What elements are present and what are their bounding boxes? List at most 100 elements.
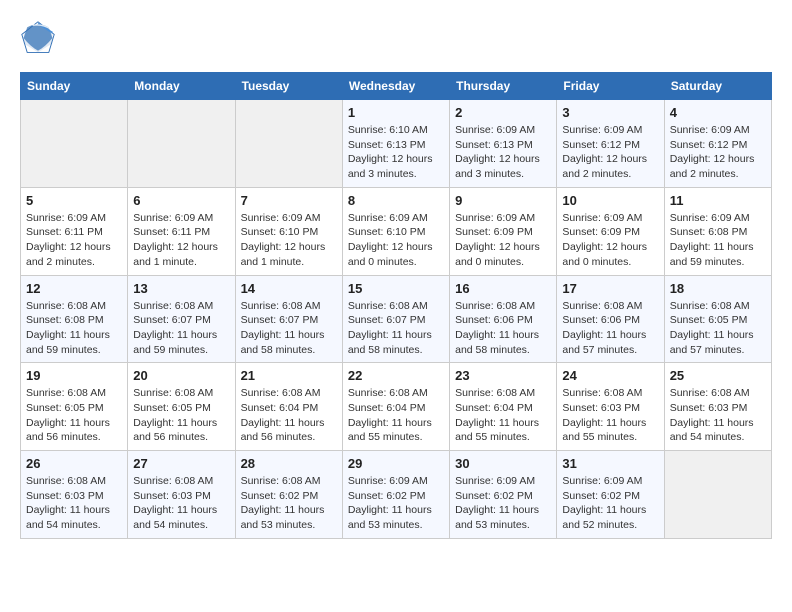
day-info: Sunrise: 6:09 AM Sunset: 6:10 PM Dayligh…	[241, 211, 337, 270]
day-number: 30	[455, 456, 551, 471]
day-number: 2	[455, 105, 551, 120]
calendar-cell	[21, 100, 128, 188]
calendar-cell: 17 Sunrise: 6:08 AM Sunset: 6:06 PM Dayli…	[557, 275, 664, 363]
day-number: 5	[26, 193, 122, 208]
day-info: Sunrise: 6:08 AM Sunset: 6:07 PM Dayligh…	[348, 299, 444, 358]
day-number: 19	[26, 368, 122, 383]
day-number: 11	[670, 193, 766, 208]
calendar-cell	[664, 451, 771, 539]
day-number: 12	[26, 281, 122, 296]
week-row-5: 26Sunrise: 6:08 AM Sunset: 6:03 PM Dayli…	[21, 451, 772, 539]
calendar-cell: 7 Sunrise: 6:09 AM Sunset: 6:10 PM Daylig…	[235, 187, 342, 275]
calendar-cell: 30 Sunrise: 6:09 AM Sunset: 6:02 PM Dayli…	[450, 451, 557, 539]
logo	[20, 20, 62, 56]
header-day-saturday: Saturday	[664, 73, 771, 100]
day-number: 15	[348, 281, 444, 296]
day-number: 20	[133, 368, 229, 383]
day-info: Sunrise: 6:09 AM Sunset: 6:02 PM Dayligh…	[455, 474, 551, 533]
calendar-cell	[128, 100, 235, 188]
calendar-cell: 10 Sunrise: 6:09 AM Sunset: 6:09 PM Dayli…	[557, 187, 664, 275]
day-number: 17	[562, 281, 658, 296]
day-number: 16	[455, 281, 551, 296]
day-info: Sunrise: 6:09 AM Sunset: 6:09 PM Dayligh…	[562, 211, 658, 270]
day-number: 14	[241, 281, 337, 296]
calendar-cell: 16 Sunrise: 6:08 AM Sunset: 6:06 PM Dayli…	[450, 275, 557, 363]
header-row: SundayMondayTuesdayWednesdayThursdayFrid…	[21, 73, 772, 100]
header-day-friday: Friday	[557, 73, 664, 100]
day-number: 9	[455, 193, 551, 208]
day-number: 13	[133, 281, 229, 296]
day-number: 10	[562, 193, 658, 208]
header-day-thursday: Thursday	[450, 73, 557, 100]
day-info: Sunrise: 6:09 AM Sunset: 6:12 PM Dayligh…	[670, 123, 766, 182]
logo-icon	[20, 20, 56, 56]
calendar-cell: 5Sunrise: 6:09 AM Sunset: 6:11 PM Daylig…	[21, 187, 128, 275]
calendar-cell: 12 Sunrise: 6:08 AM Sunset: 6:08 PM Dayli…	[21, 275, 128, 363]
calendar-table: SundayMondayTuesdayWednesdayThursdayFrid…	[20, 72, 772, 539]
calendar-cell: 22Sunrise: 6:08 AM Sunset: 6:04 PM Dayli…	[342, 363, 449, 451]
calendar-cell: 21 Sunrise: 6:08 AM Sunset: 6:04 PM Dayli…	[235, 363, 342, 451]
week-row-4: 19 Sunrise: 6:08 AM Sunset: 6:05 PM Dayli…	[21, 363, 772, 451]
day-info: Sunrise: 6:08 AM Sunset: 6:06 PM Dayligh…	[455, 299, 551, 358]
header-day-sunday: Sunday	[21, 73, 128, 100]
calendar-cell: 13 Sunrise: 6:08 AM Sunset: 6:07 PM Dayli…	[128, 275, 235, 363]
day-info: Sunrise: 6:08 AM Sunset: 6:02 PM Dayligh…	[241, 474, 337, 533]
day-number: 21	[241, 368, 337, 383]
day-info: Sunrise: 6:09 AM Sunset: 6:11 PM Dayligh…	[133, 211, 229, 270]
calendar-cell: 19Sunrise: 6:08 AM Sunset: 6:05 PM Dayli…	[21, 363, 128, 451]
day-number: 8	[348, 193, 444, 208]
day-info: Sunrise: 6:08 AM Sunset: 6:04 PM Dayligh…	[241, 386, 337, 445]
day-number: 31	[562, 456, 658, 471]
header-day-wednesday: Wednesday	[342, 73, 449, 100]
day-info: Sunrise: 6:09 AM Sunset: 6:10 PM Dayligh…	[348, 211, 444, 270]
page-header	[20, 20, 772, 56]
day-info: Sunrise: 6:08 AM Sunset: 6:06 PM Dayligh…	[562, 299, 658, 358]
day-info: Sunrise: 6:08 AM Sunset: 6:03 PM Dayligh…	[133, 474, 229, 533]
day-info: Sunrise: 6:08 AM Sunset: 6:03 PM Dayligh…	[562, 386, 658, 445]
day-info: Sunrise: 6:08 AM Sunset: 6:07 PM Dayligh…	[133, 299, 229, 358]
day-number: 18	[670, 281, 766, 296]
day-info: Sunrise: 6:08 AM Sunset: 6:08 PM Dayligh…	[26, 299, 122, 358]
day-info: Sunrise: 6:08 AM Sunset: 6:05 PM Dayligh…	[133, 386, 229, 445]
week-row-1: 1 Sunrise: 6:10 AM Sunset: 6:13 PM Daylig…	[21, 100, 772, 188]
calendar-cell: 23Sunrise: 6:08 AM Sunset: 6:04 PM Dayli…	[450, 363, 557, 451]
calendar-cell: 25Sunrise: 6:08 AM Sunset: 6:03 PM Dayli…	[664, 363, 771, 451]
calendar-cell: 11 Sunrise: 6:09 AM Sunset: 6:08 PM Dayli…	[664, 187, 771, 275]
day-info: Sunrise: 6:09 AM Sunset: 6:02 PM Dayligh…	[348, 474, 444, 533]
day-number: 25	[670, 368, 766, 383]
week-row-3: 12 Sunrise: 6:08 AM Sunset: 6:08 PM Dayli…	[21, 275, 772, 363]
day-number: 24	[562, 368, 658, 383]
calendar-cell: 15 Sunrise: 6:08 AM Sunset: 6:07 PM Dayli…	[342, 275, 449, 363]
calendar-cell	[235, 100, 342, 188]
day-number: 22	[348, 368, 444, 383]
calendar-cell: 20 Sunrise: 6:08 AM Sunset: 6:05 PM Dayli…	[128, 363, 235, 451]
day-info: Sunrise: 6:09 AM Sunset: 6:12 PM Dayligh…	[562, 123, 658, 182]
calendar-cell: 31 Sunrise: 6:09 AM Sunset: 6:02 PM Dayli…	[557, 451, 664, 539]
day-number: 6	[133, 193, 229, 208]
day-info: Sunrise: 6:08 AM Sunset: 6:05 PM Dayligh…	[670, 299, 766, 358]
day-info: Sunrise: 6:08 AM Sunset: 6:03 PM Dayligh…	[26, 474, 122, 533]
header-day-tuesday: Tuesday	[235, 73, 342, 100]
week-row-2: 5 Sunrise: 6:09 AM Sunset: 6:11 PM Daylig…	[21, 187, 772, 275]
day-number: 4	[670, 105, 766, 120]
header-day-monday: Monday	[128, 73, 235, 100]
calendar-cell: 24 Sunrise: 6:08 AM Sunset: 6:03 PM Dayli…	[557, 363, 664, 451]
calendar-cell: 8 Sunrise: 6:09 AM Sunset: 6:10 PM Daylig…	[342, 187, 449, 275]
calendar-cell: 4 Sunrise: 6:09 AM Sunset: 6:12 PM Daylig…	[664, 100, 771, 188]
day-info: Sunrise: 6:09 AM Sunset: 6:08 PM Dayligh…	[670, 211, 766, 270]
calendar-cell: 9Sunrise: 6:09 AM Sunset: 6:09 PM Daylig…	[450, 187, 557, 275]
day-info: Sunrise: 6:10 AM Sunset: 6:13 PM Dayligh…	[348, 123, 444, 182]
calendar-cell: 28Sunrise: 6:08 AM Sunset: 6:02 PM Dayli…	[235, 451, 342, 539]
day-number: 3	[562, 105, 658, 120]
calendar-cell: 6 Sunrise: 6:09 AM Sunset: 6:11 PM Daylig…	[128, 187, 235, 275]
day-info: Sunrise: 6:08 AM Sunset: 6:07 PM Dayligh…	[241, 299, 337, 358]
calendar-cell: 26Sunrise: 6:08 AM Sunset: 6:03 PM Dayli…	[21, 451, 128, 539]
calendar-cell: 27Sunrise: 6:08 AM Sunset: 6:03 PM Dayli…	[128, 451, 235, 539]
calendar-cell: 29Sunrise: 6:09 AM Sunset: 6:02 PM Dayli…	[342, 451, 449, 539]
day-info: Sunrise: 6:09 AM Sunset: 6:02 PM Dayligh…	[562, 474, 658, 533]
day-info: Sunrise: 6:09 AM Sunset: 6:13 PM Dayligh…	[455, 123, 551, 182]
day-number: 1	[348, 105, 444, 120]
day-number: 7	[241, 193, 337, 208]
calendar-cell: 3 Sunrise: 6:09 AM Sunset: 6:12 PM Daylig…	[557, 100, 664, 188]
calendar-cell: 14 Sunrise: 6:08 AM Sunset: 6:07 PM Dayli…	[235, 275, 342, 363]
